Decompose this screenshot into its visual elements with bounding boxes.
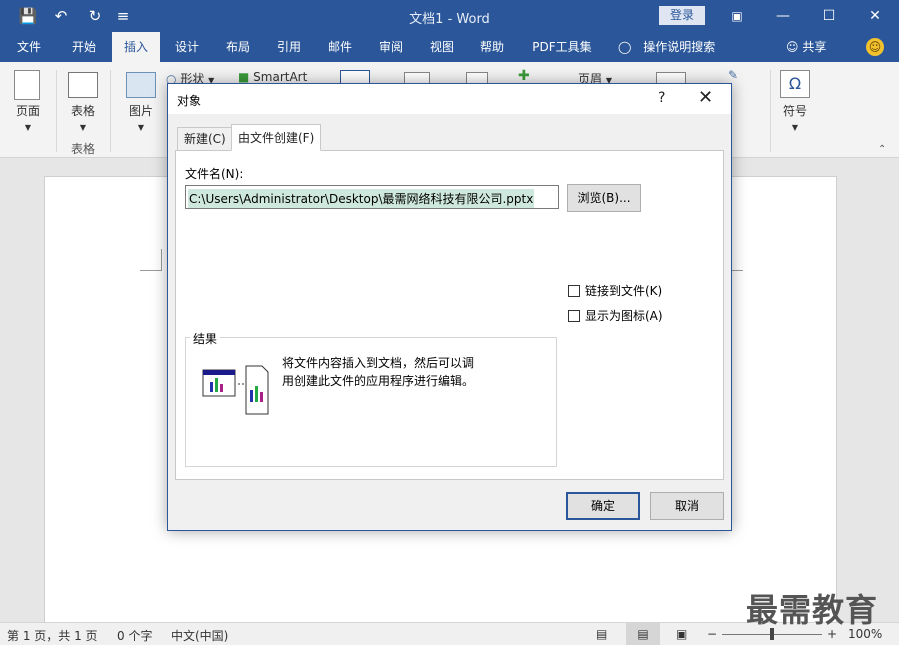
maximize-button[interactable]: ☐ [806, 0, 852, 32]
pictures-label: 图片 [128, 104, 153, 118]
symbol-label: 符号 [782, 104, 807, 118]
display-as-icon-label: 显示为图标(A) [585, 309, 663, 323]
tab-insert[interactable]: 插入 [112, 32, 160, 63]
dialog-panel: 文件名(N): C:\Users\Administrator\Desktop\最… [175, 150, 724, 480]
ok-button[interactable]: 确定 [566, 492, 640, 520]
chevron-down-icon: ▼ [137, 123, 145, 132]
tab-home[interactable]: 开始 [60, 32, 108, 62]
filename-field[interactable]: C:\Users\Administrator\Desktop\最需网络科技有限公… [185, 185, 559, 209]
result-label: 结果 [190, 330, 221, 347]
chevron-down-icon: ▼ [791, 123, 799, 132]
minimize-button[interactable]: — [760, 0, 806, 32]
lightbulb-icon: ◯ [618, 40, 632, 54]
watermark-logo: 最需教育 [746, 591, 879, 629]
person-icon: ☺ [786, 40, 799, 54]
feedback-smiley-icon[interactable]: ☺ [866, 38, 884, 56]
link-to-file-checkbox[interactable]: 链接到文件(K) [568, 282, 662, 299]
embed-object-icon [202, 365, 269, 415]
add-comment-icon[interactable]: ✚ [518, 68, 530, 84]
word-count[interactable]: 0 个字 [117, 627, 152, 644]
checkbox-box [568, 310, 580, 322]
tab-view[interactable]: 视图 [418, 32, 466, 62]
tell-me-search[interactable]: ◯ 操作说明搜索 [618, 32, 715, 62]
divider [110, 70, 111, 152]
omega-icon: Ω [780, 70, 810, 98]
smartart-icon: ■ [238, 70, 250, 84]
tab-layout[interactable]: 布局 [214, 32, 262, 62]
collapse-ribbon-icon[interactable]: ⌃ [878, 144, 886, 155]
table-button[interactable]: 表格 ▼ [60, 102, 106, 133]
dialog-title: 对象 [177, 94, 202, 108]
web-layout-icon[interactable]: ▣ [676, 627, 687, 641]
picture-icon [126, 72, 156, 98]
print-layout-icon[interactable]: ▤ [626, 623, 660, 645]
login-button[interactable]: 登录 [659, 6, 705, 25]
link-to-file-label: 链接到文件(K) [585, 284, 663, 298]
table-label: 表格 [70, 104, 95, 118]
signature-icon[interactable]: ✎ [728, 68, 738, 82]
divider [770, 70, 771, 152]
table-group-label: 表格 [70, 142, 95, 156]
chevron-down-icon: ▼ [79, 123, 87, 132]
filename-label: 文件名(N): [185, 167, 244, 181]
pages-label: 页面 [15, 104, 40, 118]
tab-create-new[interactable]: 新建(C) [177, 127, 233, 151]
symbol-button[interactable]: 符号 ▼ [774, 102, 816, 133]
ribbon-tabs: 文件 开始 插入 设计 布局 引用 邮件 审阅 视图 帮助 PDF工具集 ◯ 操… [0, 32, 899, 63]
tab-create-from-file[interactable]: 由文件创建(F) [231, 124, 322, 151]
pages-icon [14, 70, 40, 100]
tab-review[interactable]: 审阅 [367, 32, 415, 62]
tab-pdf-tools[interactable]: PDF工具集 [524, 32, 600, 62]
smartart-button[interactable]: ■ SmartArt [238, 70, 307, 84]
tab-references[interactable]: 引用 [265, 32, 313, 62]
dialog-titlebar: 对象 ? ✕ [168, 84, 731, 114]
read-mode-icon[interactable]: ▤ [596, 627, 607, 641]
tab-design[interactable]: 设计 [163, 32, 211, 62]
browse-button[interactable]: 浏览(B)... [567, 184, 641, 212]
margin-mark [140, 249, 162, 271]
display-as-icon-checkbox[interactable]: 显示为图标(A) [568, 307, 663, 324]
close-button[interactable]: ✕ [852, 0, 898, 32]
close-icon[interactable]: ✕ [698, 87, 713, 108]
tell-me-label: 操作说明搜索 [643, 40, 716, 54]
chevron-down-icon: ▼ [24, 123, 32, 132]
title-bar: 💾 ↶ ↻ ≡ 文档1 - Word 登录 ▣ — ☐ ✕ [0, 0, 899, 32]
help-icon[interactable]: ? [658, 90, 665, 106]
share-label: 共享 [802, 40, 827, 54]
result-group: 结果 将文件内容插入到文档，然后可以调用创建此文件的应用程序进行编辑。 [185, 330, 557, 467]
pages-button[interactable]: 页面 ▼ [6, 102, 50, 133]
zoom-out-icon[interactable]: − [707, 627, 717, 641]
filename-value: C:\Users\Administrator\Desktop\最需网络科技有限公… [188, 189, 535, 208]
language-indicator[interactable]: 中文(中国) [171, 627, 228, 644]
pictures-button[interactable]: 图片 ▼ [118, 102, 164, 133]
cancel-button[interactable]: 取消 [650, 492, 724, 520]
tab-mailings[interactable]: 邮件 [316, 32, 364, 62]
tab-file[interactable]: 文件 [5, 32, 53, 62]
tab-help[interactable]: 帮助 [468, 32, 516, 62]
table-icon [68, 72, 98, 98]
checkbox-box [568, 285, 580, 297]
share-button[interactable]: ☺ 共享 [786, 32, 826, 62]
divider [56, 70, 57, 152]
result-description: 将文件内容插入到文档，然后可以调用创建此文件的应用程序进行编辑。 [282, 356, 475, 388]
smartart-label: SmartArt [253, 70, 308, 84]
object-dialog: 对象 ? ✕ 新建(C) 由文件创建(F) 文件名(N): C:\Users\A… [167, 83, 732, 531]
page-count[interactable]: 第 1 页，共 1 页 [7, 627, 98, 644]
ribbon-display-icon[interactable]: ▣ [714, 0, 760, 32]
